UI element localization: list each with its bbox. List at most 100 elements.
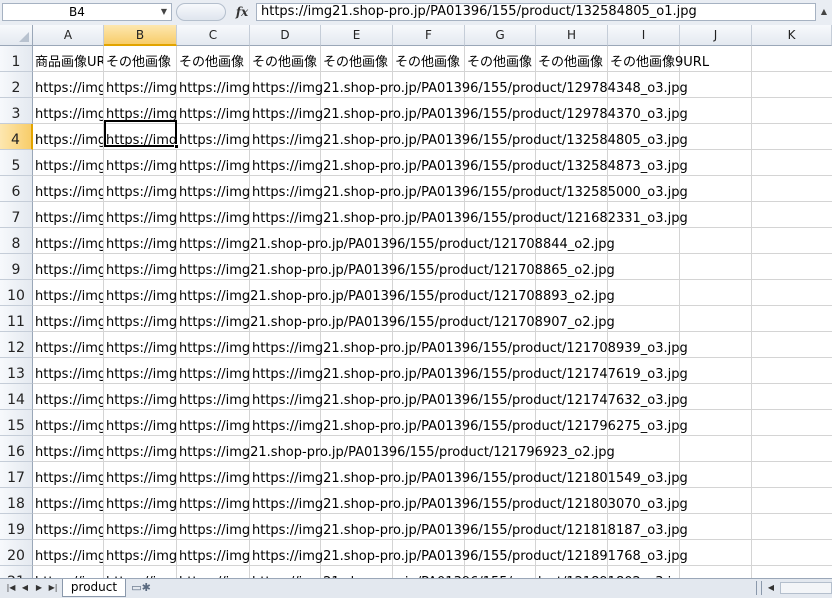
cell-b15[interactable]: https://img [104,410,176,435]
cell-d12[interactable]: https://img21.shop-pro.jp/PA01396/155/pr… [250,332,832,357]
first-sheet-icon[interactable]: |◀ [4,581,18,595]
cell-c16[interactable]: https://img21.shop-pro.jp/PA01396/155/pr… [177,436,832,461]
scroll-left-icon[interactable]: ◀ [764,581,778,595]
cell-a5[interactable]: https://img [33,150,103,175]
row-header-10[interactable]: 10 [0,280,33,306]
cell-a7[interactable]: https://img [33,202,103,227]
cell-d21[interactable]: https://img21.shop-pro.jp/PA01396/155/pr… [250,566,832,578]
cell-e1[interactable]: その他画像 [321,46,392,71]
row-header-16[interactable]: 16 [0,436,33,462]
cell-d14[interactable]: https://img21.shop-pro.jp/PA01396/155/pr… [250,384,832,409]
cell-d1[interactable]: その他画像 [250,46,320,71]
cell-b10[interactable]: https://img [104,280,176,305]
cell-c7[interactable]: https://img [177,202,249,227]
row-header-21[interactable]: 21 [0,566,33,578]
cell-c4[interactable]: https://img [177,124,249,149]
cell-a10[interactable]: https://img [33,280,103,305]
cell-d20[interactable]: https://img21.shop-pro.jp/PA01396/155/pr… [250,540,832,565]
row-header-17[interactable]: 17 [0,462,33,488]
cell-c11[interactable]: https://img21.shop-pro.jp/PA01396/155/pr… [177,306,832,331]
cell-c18[interactable]: https://img [177,488,249,513]
cell-b20[interactable]: https://img [104,540,176,565]
cell-c5[interactable]: https://img [177,150,249,175]
row-header-3[interactable]: 3 [0,98,33,124]
next-sheet-icon[interactable]: ▶ [32,581,46,595]
cell-a15[interactable]: https://img [33,410,103,435]
cell-a21[interactable]: https://img [33,566,103,578]
column-header-a[interactable]: A [33,25,104,46]
cell-a14[interactable]: https://img [33,384,103,409]
cell-c9[interactable]: https://img21.shop-pro.jp/PA01396/155/pr… [177,254,832,279]
row-header-20[interactable]: 20 [0,540,33,566]
cell-c21[interactable]: https://img [177,566,249,578]
cell-b11[interactable]: https://img [104,306,176,331]
cell-a8[interactable]: https://img [33,228,103,253]
row-header-2[interactable]: 2 [0,72,33,98]
cell-c17[interactable]: https://img [177,462,249,487]
cell-b2[interactable]: https://img [104,72,176,97]
row-header-5[interactable]: 5 [0,150,33,176]
cell-c13[interactable]: https://img [177,358,249,383]
cell-d3[interactable]: https://img21.shop-pro.jp/PA01396/155/pr… [250,98,832,123]
name-box-dropdown-icon[interactable]: ▼ [158,4,170,20]
cell-c20[interactable]: https://img [177,540,249,565]
cell-a1[interactable]: 商品画像URL [33,46,103,71]
insert-function-icon[interactable]: fx [232,3,252,21]
cell-f1[interactable]: その他画像 [393,46,464,71]
fill-handle[interactable] [174,144,179,149]
cell-d19[interactable]: https://img21.shop-pro.jp/PA01396/155/pr… [250,514,832,539]
cell-b21[interactable]: https://img [104,566,176,578]
row-header-4[interactable]: 4 [0,124,33,150]
column-header-c[interactable]: C [177,25,250,46]
cell-d15[interactable]: https://img21.shop-pro.jp/PA01396/155/pr… [250,410,832,435]
cell-c12[interactable]: https://img [177,332,249,357]
cell-a19[interactable]: https://img [33,514,103,539]
cell-a20[interactable]: https://img [33,540,103,565]
expand-formula-bar-icon[interactable]: ▲ [818,3,830,21]
sheet-tab-product[interactable]: product [62,579,126,597]
cell-b5[interactable]: https://img [104,150,176,175]
prev-sheet-icon[interactable]: ◀ [18,581,32,595]
row-header-14[interactable]: 14 [0,384,33,410]
cell-b8[interactable]: https://img [104,228,176,253]
cell-d2[interactable]: https://img21.shop-pro.jp/PA01396/155/pr… [250,72,832,97]
cell-c14[interactable]: https://img [177,384,249,409]
cell-b9[interactable]: https://img [104,254,176,279]
cell-a6[interactable]: https://img [33,176,103,201]
cell-i1[interactable]: その他画像9URL [608,46,832,71]
row-header-18[interactable]: 18 [0,488,33,514]
row-header-9[interactable]: 9 [0,254,33,280]
row-header-6[interactable]: 6 [0,176,33,202]
column-header-e[interactable]: E [321,25,393,46]
cell-c10[interactable]: https://img21.shop-pro.jp/PA01396/155/pr… [177,280,832,305]
row-header-11[interactable]: 11 [0,306,33,332]
select-all-corner[interactable] [0,25,33,46]
last-sheet-icon[interactable]: ▶| [46,581,60,595]
cell-d5[interactable]: https://img21.shop-pro.jp/PA01396/155/pr… [250,150,832,175]
column-header-h[interactable]: H [536,25,608,46]
cell-a4[interactable]: https://img [33,124,103,149]
cell-b3[interactable]: https://img [104,98,176,123]
cell-c6[interactable]: https://img [177,176,249,201]
column-header-d[interactable]: D [250,25,321,46]
cell-a16[interactable]: https://img [33,436,103,461]
cell-c2[interactable]: https://img [177,72,249,97]
row-header-1[interactable]: 1 [0,46,33,72]
cell-b4[interactable]: https://img [104,124,176,149]
row-header-8[interactable]: 8 [0,228,33,254]
cell-a13[interactable]: https://img [33,358,103,383]
row-header-7[interactable]: 7 [0,202,33,228]
cell-a3[interactable]: https://img [33,98,103,123]
cell-d18[interactable]: https://img21.shop-pro.jp/PA01396/155/pr… [250,488,832,513]
cell-a12[interactable]: https://img [33,332,103,357]
row-header-19[interactable]: 19 [0,514,33,540]
cell-d13[interactable]: https://img21.shop-pro.jp/PA01396/155/pr… [250,358,832,383]
cell-c19[interactable]: https://img [177,514,249,539]
column-header-g[interactable]: G [465,25,536,46]
cell-b13[interactable]: https://img [104,358,176,383]
cell-b12[interactable]: https://img [104,332,176,357]
cell-a9[interactable]: https://img [33,254,103,279]
cell-c1[interactable]: その他画像 [177,46,249,71]
column-header-j[interactable]: J [680,25,752,46]
cell-a18[interactable]: https://img [33,488,103,513]
